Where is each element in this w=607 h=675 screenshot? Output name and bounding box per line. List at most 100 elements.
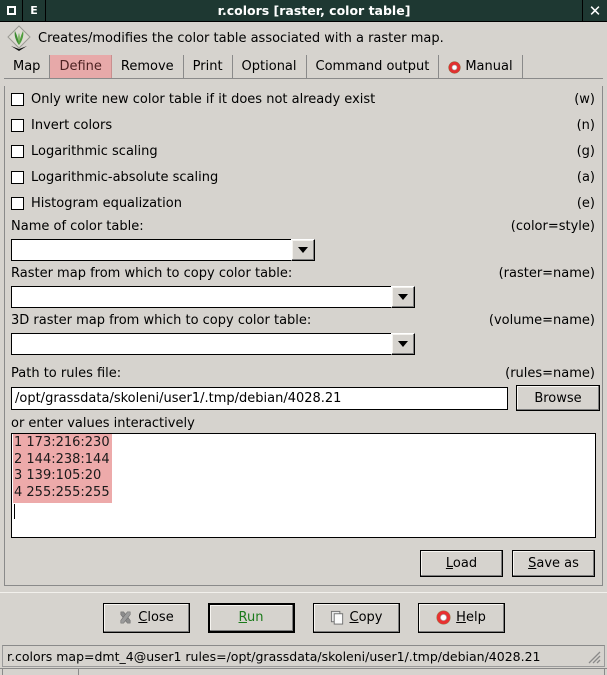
tab-manual-label: Manual [465,59,513,74]
tab-print-label: Print [192,59,223,74]
tab-manual[interactable]: Manual [439,55,523,79]
raster-map-label-row: Raster map from which to copy color tabl… [5,263,602,283]
checkbox-only-write-label: Only write new color table if it does no… [31,91,376,107]
rules-path-input[interactable]: /opt/grassdata/skoleni/user1/.tmp/debian… [11,386,508,410]
define-panel: Only write new color table if it does no… [4,86,603,586]
raster-3d-map-dropdown-button[interactable] [391,332,415,355]
r-colors-dialog: E r.colors [raster, color table] ✕ Creat… [0,0,607,675]
dialog-header: Creates/modifies the color table associa… [0,22,607,54]
raster-3d-map-input[interactable] [11,332,391,355]
window-edit-label: E [30,4,38,17]
lifebuoy-icon [448,60,461,74]
tab-define[interactable]: Define [50,55,112,79]
copy-pages-icon [330,610,343,625]
tab-optional[interactable]: Optional [232,55,307,79]
maximize-icon [6,6,16,15]
window-title: r.colors [raster, color table] [217,3,411,18]
rules-path-label: Path to rules file: [11,365,122,381]
chevron-down-icon [298,246,308,253]
chevron-down-icon [398,340,408,347]
raster-map-label: Raster map from which to copy color tabl… [11,265,293,281]
copy-button[interactable]: Copy [312,602,400,633]
rules-path-row: /opt/grassdata/skoleni/user1/.tmp/debian… [5,383,602,413]
load-button-label: Load [445,556,478,571]
raster-3d-map-label-row: 3D raster map from which to copy color t… [5,310,602,330]
checkbox-logarithmic-absolute-scaling-label: Logarithmic-absolute scaling [31,169,219,185]
tab-underline [4,78,603,79]
copy-button-label: Copy [349,610,383,625]
rules-editor-textarea[interactable]: 1 173:216:230 2 144:238:144 3 139:105:20… [11,433,596,538]
checkbox-row-histogram[interactable]: Histogram equalization (e) [5,190,602,216]
color-table-label: Name of color table: [11,218,144,234]
raster-3d-map-combo-row [5,330,602,357]
window-menu-button[interactable] [0,0,23,21]
dialog-description: Creates/modifies the color table associa… [38,30,444,46]
raster-map-combo-row [5,283,602,310]
checkbox-logarithmic-scaling-label: Logarithmic scaling [31,143,158,159]
color-table-dropdown-button[interactable] [291,238,315,261]
tab-optional-label: Optional [241,59,297,74]
close-button-label: Close [138,610,174,625]
run-button-label: Run [238,610,264,625]
raster-map-input[interactable] [11,285,391,308]
checkbox-logarithmic-absolute-scaling[interactable] [11,170,24,184]
tab-define-label: Define [59,59,102,74]
tab-remove[interactable]: Remove [111,55,184,79]
close-window-button[interactable]: ✕ [582,0,607,21]
checkbox-invert-colors-label: Invert colors [31,117,113,133]
close-button[interactable]: Close [102,602,190,633]
browse-button[interactable]: Browse [516,385,600,411]
window-edit-button[interactable]: E [23,0,46,21]
checkbox-histogram-equalization-label: Histogram equalization [31,195,182,211]
checkbox-logarithmic-absolute-scaling-hint: (a) [576,169,595,185]
save-as-button[interactable]: Save as [512,550,595,577]
close-icon: ✕ [588,1,602,20]
raster-3d-map-hint: (volume=name) [488,312,595,328]
lifebuoy-icon [436,610,451,625]
tab-bar: Map Define Remove Print Optional Command… [4,54,603,79]
tab-command-output[interactable]: Command output [306,55,440,79]
run-button[interactable]: Run [207,602,295,633]
chevron-down-icon [398,293,408,300]
help-button[interactable]: Help [417,602,505,633]
close-x-icon [120,611,131,624]
help-button-label: Help [456,610,486,625]
title-bar: E r.colors [raster, color table] ✕ [0,0,607,22]
color-table-input[interactable] [11,238,291,261]
tab-map-label: Map [13,59,41,74]
rules-editor-label: or enter values interactively [11,415,195,431]
tab-map[interactable]: Map [4,55,51,79]
window-bottom-edge [0,668,607,675]
resize-grip-icon[interactable] [587,650,601,664]
rules-path-label-row: Path to rules file: (rules=name) [5,363,602,383]
checkbox-row-log-abs[interactable]: Logarithmic-absolute scaling (a) [5,164,602,190]
raster-map-hint: (raster=name) [498,265,595,281]
checkbox-row-only-write[interactable]: Only write new color table if it does no… [5,86,602,112]
text-caret [14,504,15,519]
rules-editor-content: 1 173:216:230 2 144:238:144 3 139:105:20… [13,434,112,503]
checkbox-histogram-equalization[interactable] [11,196,24,210]
color-table-hint: (color=style) [510,218,595,234]
checkbox-only-write-hint: (w) [574,91,595,107]
tab-command-output-label: Command output [315,59,430,74]
status-bar: r.colors map=dmt_4@user1 rules=/opt/gras… [2,645,605,667]
grass-logo-icon [7,25,31,51]
checkbox-logarithmic-scaling-hint: (g) [576,143,595,159]
checkbox-histogram-equalization-hint: (e) [576,195,595,211]
save-as-button-label: Save as [528,556,579,571]
load-button[interactable]: Load [420,550,503,577]
rules-path-hint: (rules=name) [505,365,595,381]
dialog-action-bar: Close Run Copy Help [0,592,607,642]
checkbox-invert-colors-hint: (n) [576,117,595,133]
checkbox-row-invert[interactable]: Invert colors (n) [5,112,602,138]
raster-map-dropdown-button[interactable] [391,285,415,308]
checkbox-logarithmic-scaling[interactable] [11,144,24,158]
tab-print[interactable]: Print [183,55,233,79]
status-bar-command: r.colors map=dmt_4@user1 rules=/opt/gras… [7,648,541,664]
rules-action-buttons: Load Save as [420,550,595,577]
checkbox-only-write[interactable] [11,92,24,106]
checkbox-invert-colors[interactable] [11,118,24,132]
tab-remove-label: Remove [120,59,174,74]
checkbox-row-log[interactable]: Logarithmic scaling (g) [5,138,602,164]
color-table-combo-row [5,236,602,263]
